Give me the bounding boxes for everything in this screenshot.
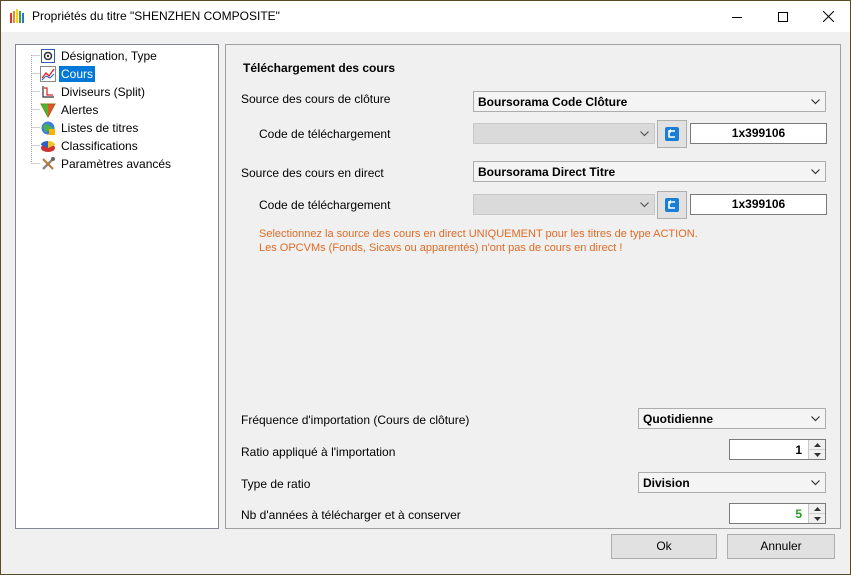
chevron-up-icon <box>813 506 821 511</box>
title-bar: Propriétés du titre "SHENZHEN COMPOSITE" <box>1 1 850 32</box>
ratio-value: 1 <box>795 443 802 457</box>
tree-item-label: Diviseurs (Split) <box>61 84 146 99</box>
ratio-type-value: Division <box>643 476 690 490</box>
live-source-select[interactable]: Boursorama Direct Titre <box>473 161 826 182</box>
tree-item-parametres[interactable]: Paramètres avancés <box>40 155 173 172</box>
classification-icon <box>41 140 55 152</box>
ratio-stepper-buttons <box>808 440 825 459</box>
refresh-icon <box>665 127 679 141</box>
years-down-button[interactable] <box>809 514 825 523</box>
navigation-tree: Désignation, Type Cours Diviseurs (Split… <box>15 44 219 529</box>
tree-item-label: Paramètres avancés <box>61 156 172 171</box>
chevron-down-icon <box>640 131 649 137</box>
ratio-stepper[interactable]: 1 <box>729 439 826 460</box>
closing-code-label: Code de téléchargement <box>259 127 391 141</box>
close-button[interactable] <box>805 1 851 32</box>
live-source-warning: Selectionnez la source des cours en dire… <box>259 227 698 255</box>
live-source-value: Boursorama Direct Titre <box>478 165 616 179</box>
ratio-type-select[interactable]: Division <box>638 472 826 493</box>
window-title: Propriétés du titre "SHENZHEN COMPOSITE" <box>32 9 280 23</box>
closing-refresh-button[interactable] <box>657 120 687 148</box>
closing-source-select[interactable]: Boursorama Code Clôture <box>473 91 826 112</box>
tools-icon <box>42 156 55 170</box>
frequency-label: Fréquence d'importation (Cours de clôtur… <box>241 413 470 427</box>
ratio-label: Ratio appliqué à l'importation <box>241 445 396 459</box>
tree-item-diviseurs[interactable]: Diviseurs (Split) <box>40 83 147 100</box>
designation-icon <box>41 48 55 63</box>
chevron-up-icon <box>813 442 821 447</box>
chevron-down-icon <box>811 99 820 105</box>
tree-item-listes[interactable]: Listes de titres <box>40 119 140 136</box>
years-up-button[interactable] <box>809 504 825 514</box>
cancel-button[interactable]: Annuler <box>727 534 835 559</box>
list-icon <box>41 121 55 135</box>
ratio-down-button[interactable] <box>809 450 825 459</box>
chart-icon <box>40 65 56 82</box>
tree-item-label: Listes de titres <box>61 120 139 135</box>
app-icon <box>10 9 24 23</box>
tree-item-classifications[interactable]: Classifications <box>40 137 140 154</box>
chevron-down-icon <box>813 452 821 457</box>
live-code-label: Code de téléchargement <box>259 198 391 212</box>
live-refresh-button[interactable] <box>657 191 687 219</box>
split-icon <box>42 85 54 98</box>
chevron-down-icon <box>813 516 821 521</box>
properties-window: Propriétés du titre "SHENZHEN COMPOSITE" <box>0 0 851 575</box>
live-source-label: Source des cours en direct <box>241 166 384 180</box>
tree-item-label: Classifications <box>61 138 138 153</box>
maximize-button[interactable] <box>760 1 806 32</box>
tree-item-alertes[interactable]: Alertes <box>40 101 100 118</box>
closing-source-value: Boursorama Code Clôture <box>478 95 628 109</box>
ok-button[interactable]: Ok <box>611 534 717 559</box>
refresh-icon <box>665 198 679 212</box>
alert-icon <box>40 103 56 118</box>
section-title: Téléchargement des cours <box>243 61 396 75</box>
years-stepper[interactable]: 5 <box>729 503 826 524</box>
years-label: Nb d'années à télécharger et à conserver <box>241 508 461 522</box>
ratio-type-label: Type de ratio <box>241 477 311 491</box>
tree-item-label: Alertes <box>61 102 99 117</box>
chevron-down-icon <box>811 480 820 486</box>
years-stepper-buttons <box>808 504 825 523</box>
maximize-icon <box>778 11 788 22</box>
years-value: 5 <box>795 507 802 521</box>
closing-code-select[interactable] <box>473 123 655 144</box>
tree-item-label: Désignation, Type <box>61 48 157 63</box>
warning-line-1: Selectionnez la source des cours en dire… <box>259 228 698 240</box>
close-icon <box>822 11 834 22</box>
frequency-select[interactable]: Quotidienne <box>638 408 826 429</box>
ratio-up-button[interactable] <box>809 440 825 450</box>
minimize-button[interactable] <box>714 1 760 32</box>
live-code-select[interactable] <box>473 194 655 215</box>
closing-source-label: Source des cours de clôture <box>241 92 391 106</box>
minimize-icon <box>732 16 742 18</box>
tree-item-cours[interactable]: Cours <box>40 65 96 82</box>
live-code-field[interactable]: 1x399106 <box>690 194 827 215</box>
tree-item-designation[interactable]: Désignation, Type <box>40 47 159 64</box>
frequency-value: Quotidienne <box>643 412 713 426</box>
chevron-down-icon <box>640 202 649 208</box>
chevron-down-icon <box>811 169 820 175</box>
tree-item-label: Cours <box>59 65 96 82</box>
chevron-down-icon <box>811 416 820 422</box>
warning-line-2: Les OPCVMs (Fonds, Sicavs ou apparentés)… <box>259 242 623 254</box>
closing-code-field[interactable]: 1x399106 <box>690 123 827 144</box>
